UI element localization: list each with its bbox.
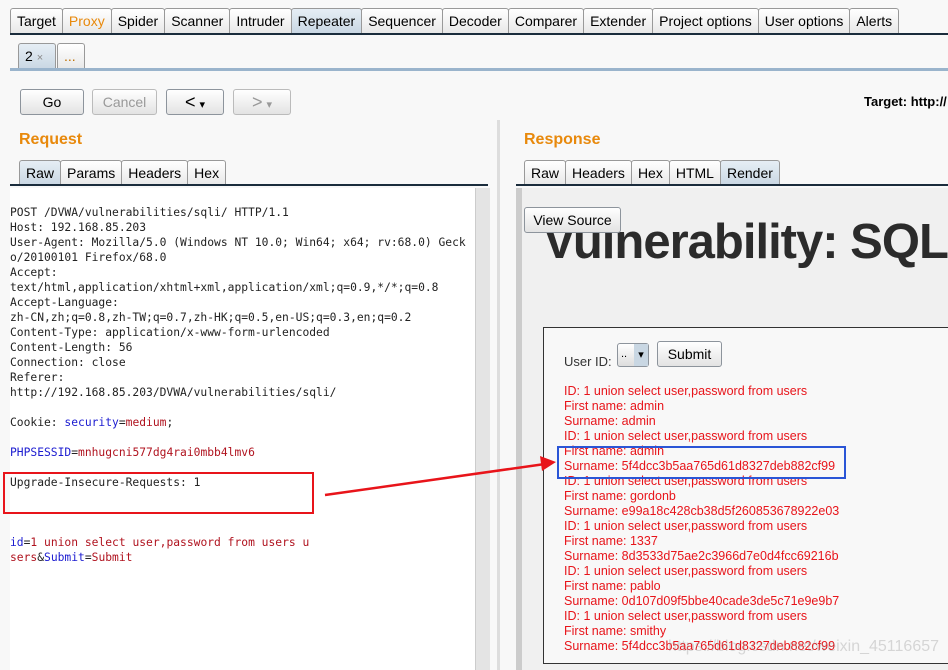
arrow-annotation [324,456,556,497]
